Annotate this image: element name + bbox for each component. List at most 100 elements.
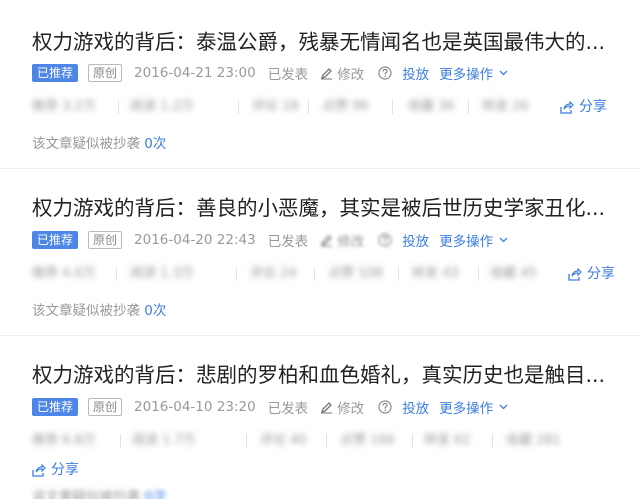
pencil-icon [321, 401, 333, 413]
divider [238, 100, 239, 114]
share-button[interactable]: 分享 [568, 264, 615, 284]
edit-label: 修改 [337, 67, 365, 83]
article-stats: 推荐 6.8万 阅读 1.7万 评论 40 点赞 166 转发 62 收藏 28… [32, 431, 632, 451]
plagiarism-label: 该文章疑似被抄袭 [32, 136, 140, 152]
share-label: 分享 [587, 266, 615, 282]
help-button[interactable] [378, 66, 392, 80]
deliver-button[interactable]: 投放 [402, 397, 429, 417]
article-title[interactable]: 权力游戏的背后：善良的小恶魔，其实是被后世历史学家丑化... [32, 192, 638, 224]
divider [412, 434, 413, 448]
divider [308, 100, 309, 114]
chevron-down-icon [499, 70, 508, 76]
stat-item: 评论 40 [260, 433, 307, 448]
more-actions-dropdown[interactable]: 更多操作 [439, 63, 508, 83]
share-button[interactable]: 分享 [32, 460, 79, 480]
more-actions-dropdown[interactable]: 更多操作 [439, 230, 508, 250]
article-meta: 已推荐 原创 2016-04-20 22:43 已发表 修改 投放 更多操作 [32, 230, 508, 250]
stat-item: 评论 24 [250, 266, 297, 281]
divider [314, 267, 315, 281]
share-label: 分享 [579, 99, 607, 115]
stat-item: 收藏 281 [506, 433, 561, 448]
publish-status: 已发表 [267, 401, 309, 417]
publish-status: 已发表 [267, 234, 309, 250]
edit-button[interactable]: 修改 [320, 63, 364, 83]
article-card: 权力游戏的背后：泰温公爵，残暴无情闻名也是英国最伟大的... 已推荐 原创 20… [0, 0, 640, 168]
divider [246, 434, 247, 448]
stat-item: 转发 62 [424, 433, 471, 448]
original-badge: 原创 [88, 231, 123, 249]
plagiarism-label: 该文章疑似被抄袭 [32, 303, 140, 319]
stat-item: 转发 43 [412, 266, 459, 281]
share-icon [32, 463, 46, 477]
more-actions-label: 更多操作 [439, 234, 494, 250]
plagiarism-label: 该文章疑似被抄袭 [32, 489, 140, 499]
recommended-badge: 已推荐 [32, 64, 79, 82]
stat-item: 阅读 1.7万 [132, 433, 196, 448]
stat-item: 评论 18 [252, 99, 299, 114]
edit-label: 修改 [337, 234, 365, 250]
pencil-icon [321, 67, 333, 79]
stat-item: 推荐 6.8万 [32, 433, 96, 448]
divider [236, 267, 237, 281]
article-title[interactable]: 权力游戏的背后：泰温公爵，残暴无情闻名也是英国最伟大的... [32, 26, 638, 58]
divider [392, 100, 393, 114]
stat-item: 转发 26 [482, 99, 529, 114]
article-stats: 推荐 4.6万 阅读 1.3万 评论 24 点赞 108 转发 43 收藏 45… [32, 264, 632, 284]
divider [492, 434, 493, 448]
divider [120, 434, 121, 448]
pencil-icon [321, 234, 333, 246]
article-stats: 推荐 3.2万 阅读 1.2万 评论 18 点赞 96 收藏 36 转发 26 … [32, 97, 632, 117]
article-card: 权力游戏的背后：悲剧的罗柏和血色婚礼，真实历史也是触目... 已推荐 原创 20… [0, 335, 640, 499]
share-button[interactable]: 分享 [560, 97, 607, 117]
publish-status: 已发表 [267, 67, 309, 83]
article-meta: 已推荐 原创 2016-04-21 23:00 已发表 修改 投放 更多操作 [32, 63, 508, 83]
deliver-button[interactable]: 投放 [402, 63, 429, 83]
help-button[interactable] [378, 233, 392, 247]
divider [468, 100, 469, 114]
share-label: 分享 [51, 462, 79, 478]
chevron-down-icon [499, 404, 508, 410]
plagiarism-count-link[interactable]: 0次 [144, 489, 166, 499]
edit-button[interactable]: 修改 [320, 397, 364, 417]
share-icon [560, 100, 574, 114]
divider [118, 100, 119, 114]
publish-date: 2016-04-10 23:20 [134, 399, 256, 415]
stat-item: 阅读 1.2万 [130, 99, 194, 114]
original-badge: 原创 [88, 398, 123, 416]
more-actions-dropdown[interactable]: 更多操作 [439, 397, 508, 417]
question-circle-icon [378, 66, 392, 80]
deliver-button[interactable]: 投放 [402, 230, 429, 250]
stat-item: 推荐 3.2万 [32, 99, 96, 114]
stat-item: 收藏 45 [490, 266, 537, 281]
plagiarism-notice: 该文章疑似被抄袭 0次 [32, 487, 166, 499]
stat-item: 点赞 166 [340, 433, 395, 448]
divider [326, 434, 327, 448]
plagiarism-notice: 该文章疑似被抄袭 0次 [32, 301, 166, 321]
more-actions-label: 更多操作 [439, 67, 494, 83]
stat-item: 推荐 4.6万 [32, 266, 96, 281]
article-card: 权力游戏的背后：善良的小恶魔，其实是被后世历史学家丑化... 已推荐 原创 20… [0, 168, 640, 335]
stat-item: 点赞 96 [322, 99, 369, 114]
stat-item: 阅读 1.3万 [130, 266, 194, 281]
plagiarism-count-link[interactable]: 0次 [144, 136, 166, 152]
edit-button[interactable]: 修改 [320, 230, 364, 250]
article-meta: 已推荐 原创 2016-04-10 23:20 已发表 修改 投放 更多操作 [32, 397, 508, 417]
publish-date: 2016-04-20 22:43 [134, 232, 256, 248]
stat-item: 点赞 108 [328, 266, 383, 281]
share-icon [568, 267, 582, 281]
more-actions-label: 更多操作 [439, 401, 494, 417]
plagiarism-count-link[interactable]: 0次 [144, 303, 166, 319]
recommended-badge: 已推荐 [32, 398, 79, 416]
edit-label: 修改 [337, 401, 365, 417]
chevron-down-icon [499, 237, 508, 243]
publish-date: 2016-04-21 23:00 [134, 65, 256, 81]
original-badge: 原创 [88, 64, 123, 82]
plagiarism-notice: 该文章疑似被抄袭 0次 [32, 134, 166, 154]
question-circle-icon [378, 233, 392, 247]
divider [478, 267, 479, 281]
stat-item: 收藏 36 [408, 99, 455, 114]
article-title[interactable]: 权力游戏的背后：悲剧的罗柏和血色婚礼，真实历史也是触目... [32, 359, 638, 391]
divider [398, 267, 399, 281]
help-button[interactable] [378, 400, 392, 414]
question-circle-icon [378, 400, 392, 414]
